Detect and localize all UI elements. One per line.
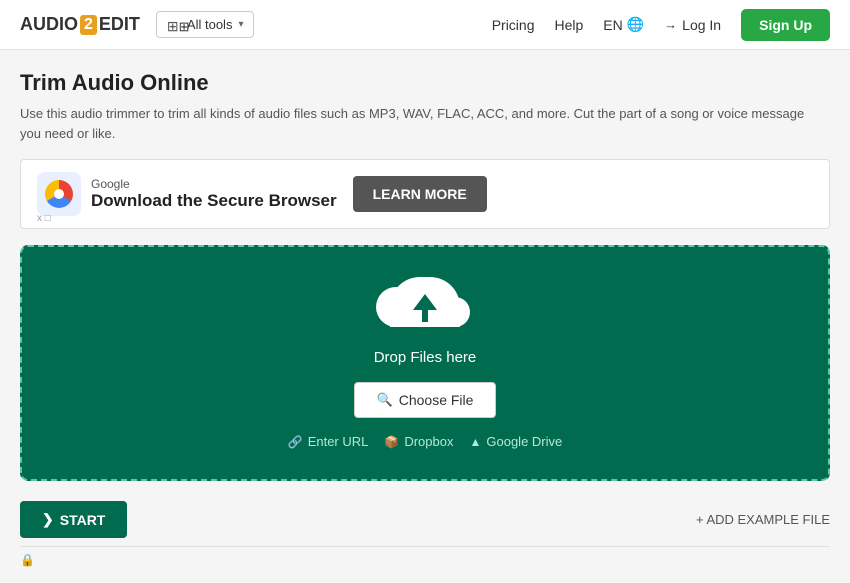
- header-right: Pricing Help EN 🌐 → Log In Sign Up: [492, 9, 830, 41]
- chrome-icon: [45, 180, 73, 208]
- enter-url-link[interactable]: 🔗 Enter URL: [288, 434, 369, 449]
- help-link[interactable]: Help: [554, 17, 583, 33]
- page-description: Use this audio trimmer to trim all kinds…: [20, 104, 810, 143]
- bottom-bar: ❯ START + ADD EXAMPLE FILE: [20, 497, 830, 542]
- upload-cloud-icon: [390, 277, 460, 337]
- login-arrow-icon: →: [664, 17, 677, 32]
- logo[interactable]: AUDIO2EDIT: [20, 14, 140, 35]
- drop-links: 🔗 Enter URL 📦 Dropbox ▲ Google Drive: [288, 434, 563, 449]
- logo-2: 2: [80, 15, 97, 35]
- language-selector[interactable]: EN 🌐: [603, 16, 644, 33]
- lang-label: EN: [603, 17, 622, 33]
- file-search-icon: 🔍: [377, 392, 393, 408]
- header: AUDIO2EDIT ⊞ All tools ▾ Pricing Help EN…: [0, 0, 850, 50]
- drop-files-text: Drop Files here: [374, 349, 477, 366]
- logo-audio: AUDIO: [20, 14, 78, 35]
- logo-edit-text: EDIT: [99, 14, 140, 35]
- globe-icon: 🌐: [627, 16, 644, 33]
- link-icon: 🔗: [288, 435, 303, 449]
- file-drop-zone[interactable]: Drop Files here 🔍 Choose File 🔗 Enter UR…: [20, 245, 830, 481]
- dropbox-label: Dropbox: [404, 434, 453, 449]
- ad-brand: Google: [91, 177, 337, 191]
- ad-logo-area: Google Download the Secure Browser: [37, 172, 337, 216]
- grid-icon: ⊞: [167, 18, 181, 32]
- enter-url-label: Enter URL: [308, 434, 369, 449]
- start-label: START: [60, 512, 106, 528]
- add-example-file-link[interactable]: + ADD EXAMPLE FILE: [696, 512, 830, 527]
- ad-banner: Google Download the Secure Browser LEARN…: [20, 159, 830, 229]
- ad-logo-image: [37, 172, 81, 216]
- all-tools-button[interactable]: ⊞ All tools ▾: [156, 11, 255, 38]
- chevron-right-icon: ❯: [42, 511, 54, 528]
- arrow-stem: [422, 308, 428, 322]
- google-drive-icon: ▲: [469, 435, 481, 449]
- all-tools-label: All tools: [187, 17, 233, 32]
- page-title: Trim Audio Online: [20, 70, 830, 96]
- ad-close-label: x □: [37, 213, 51, 224]
- signup-button[interactable]: Sign Up: [741, 9, 830, 41]
- chevron-down-icon: ▾: [238, 19, 243, 30]
- ad-text: Google Download the Secure Browser: [91, 177, 337, 211]
- dropbox-link[interactable]: 📦 Dropbox: [384, 434, 453, 449]
- pricing-link[interactable]: Pricing: [492, 17, 535, 33]
- header-left: AUDIO2EDIT ⊞ All tools ▾: [20, 11, 254, 38]
- cloud-shape: [390, 277, 460, 327]
- dropbox-icon: 📦: [384, 435, 399, 449]
- ad-headline: Download the Secure Browser: [91, 191, 337, 211]
- main-content: Trim Audio Online Use this audio trimmer…: [0, 50, 850, 583]
- choose-file-button[interactable]: 🔍 Choose File: [354, 382, 497, 418]
- bottom-hint-text: 🔒: [20, 553, 35, 567]
- google-drive-link[interactable]: ▲ Google Drive: [469, 434, 562, 449]
- choose-file-label: Choose File: [399, 392, 474, 408]
- chrome-center: [54, 189, 64, 199]
- login-label: Log In: [682, 17, 721, 33]
- start-button[interactable]: ❯ START: [20, 501, 127, 538]
- google-drive-label: Google Drive: [486, 434, 562, 449]
- bottom-section: 🔒: [20, 546, 830, 573]
- login-button[interactable]: → Log In: [664, 17, 721, 33]
- ad-learn-more-button[interactable]: LEARN MORE: [353, 176, 487, 212]
